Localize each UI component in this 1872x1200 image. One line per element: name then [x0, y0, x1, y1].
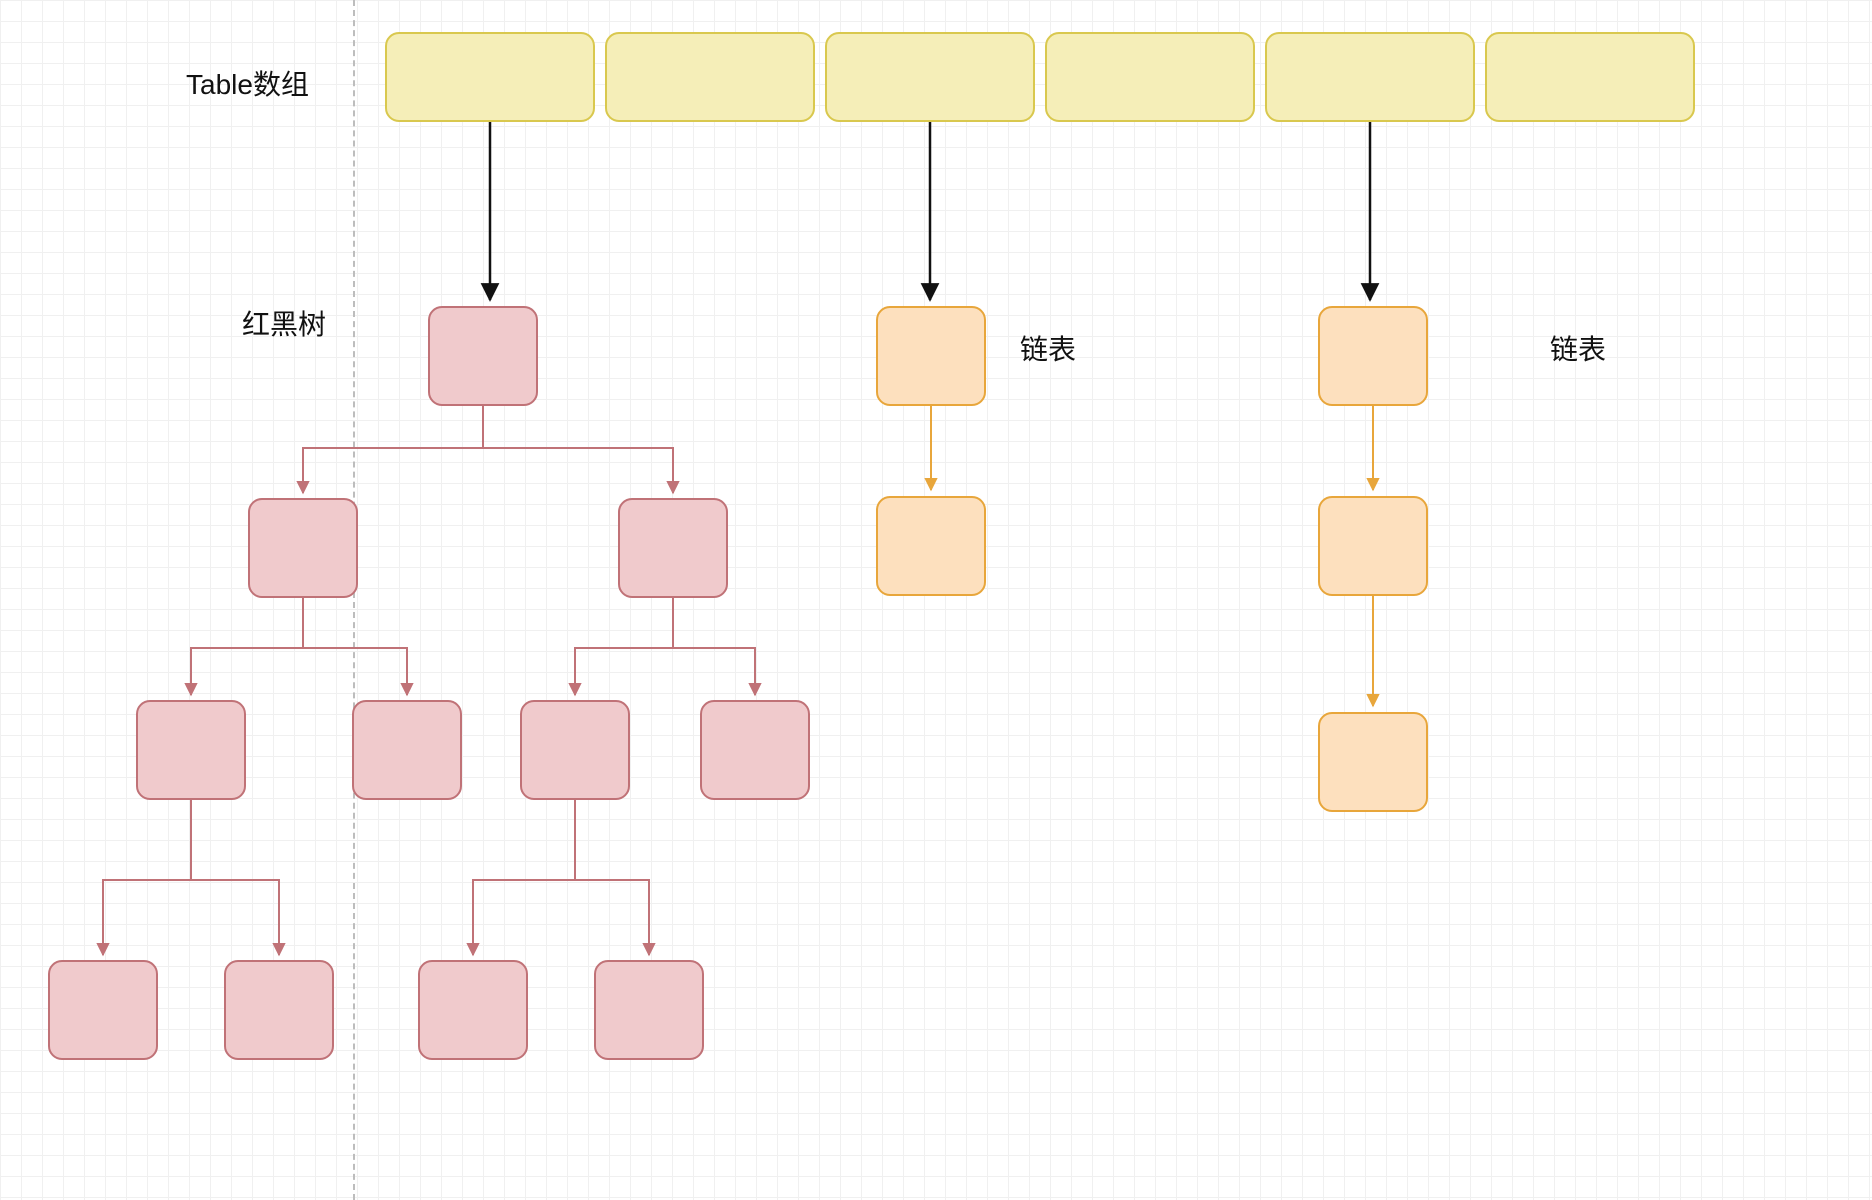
table-cell-3	[1045, 32, 1255, 122]
list1-node-0	[876, 306, 986, 406]
list2-node-1	[1318, 496, 1428, 596]
rb-rl	[520, 700, 630, 800]
list2-node-0	[1318, 306, 1428, 406]
label-linked-list-1: 链表	[1020, 328, 1076, 368]
rb-lll	[48, 960, 158, 1060]
rb-r	[618, 498, 728, 598]
table-cell-1	[605, 32, 815, 122]
table-cell-0	[385, 32, 595, 122]
label-table: Table数组	[186, 63, 309, 103]
table-cell-2	[825, 32, 1035, 122]
rb-rr	[700, 700, 810, 800]
rb-llr	[224, 960, 334, 1060]
rb-l	[248, 498, 358, 598]
vertical-cut-line	[353, 0, 355, 1200]
rb-rlr	[594, 960, 704, 1060]
rb-ll	[136, 700, 246, 800]
rb-rll	[418, 960, 528, 1060]
label-rb-tree: 红黑树	[242, 303, 326, 343]
table-cell-5	[1485, 32, 1695, 122]
label-linked-list-2: 链表	[1550, 328, 1606, 368]
table-cell-4	[1265, 32, 1475, 122]
list2-node-2	[1318, 712, 1428, 812]
rb-root	[428, 306, 538, 406]
rb-lr	[352, 700, 462, 800]
list1-node-1	[876, 496, 986, 596]
